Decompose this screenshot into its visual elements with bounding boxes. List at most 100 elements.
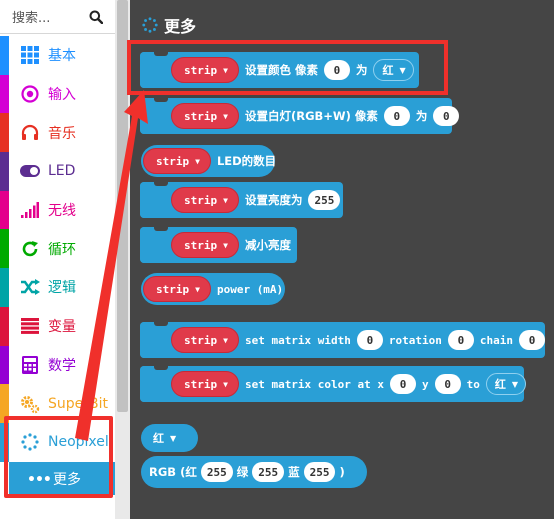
block-text: RGB (红 [149,465,197,479]
brightness-input[interactable]: 255 [308,190,341,210]
dropdown-value: 红 [494,378,506,391]
category-label: LED [48,163,76,180]
strip-variable-dropdown[interactable]: strip ▼ [143,148,211,174]
green-input[interactable]: 255 [252,462,285,482]
calculator-icon [20,355,40,375]
block-notch [154,321,168,326]
block-text: LED的数目 [216,154,277,168]
strip-variable-dropdown[interactable]: strip ▼ [171,232,239,258]
block-text: chain [479,333,514,347]
rotation-input[interactable]: 0 [447,330,474,350]
caret-down-icon: ▼ [195,156,200,166]
block-text: y [422,377,429,391]
block-set-pixel-white[interactable]: strip ▼ 设置白灯(RGB+W) 像素 0 为 0 [140,97,460,134]
block-led-count[interactable]: strip ▼ LED的数目 [141,145,277,177]
block-text: set matrix color at x [244,377,385,391]
category-basic[interactable]: 基本 [0,36,115,75]
category-music[interactable]: 音乐 [0,113,115,153]
strip-variable-dropdown[interactable]: strip ▼ [171,327,239,353]
category-input[interactable]: 输入 [0,74,115,114]
block-notch [154,181,168,186]
highlight-box-block [127,40,448,95]
block-text: 蓝 [288,465,300,479]
headphones-icon [20,123,40,143]
blue-input[interactable]: 255 [303,462,336,482]
caret-down-icon: ▼ [223,379,228,389]
category-label: 无线 [48,203,76,220]
strip-variable-dropdown[interactable]: strip ▼ [143,276,211,302]
strip-label: strip [184,377,218,391]
red-input[interactable]: 255 [200,462,233,482]
category-label: SuperBit [48,395,108,412]
strip-variable-dropdown[interactable]: strip ▼ [171,371,239,397]
list-icon [20,316,40,336]
block-text: 减小亮度 [244,238,291,252]
strip-label: strip [184,193,218,207]
block-set-matrix-color[interactable]: strip ▼ set matrix color at x 0 y 0 to 红 ▼ [140,365,527,402]
caret-down-icon: ▼ [223,195,228,205]
highlight-box-category [4,416,113,498]
category-list: 基本 输入 音乐 LED 无线 循环 逻辑 变量 数学 SuperBit Neo… [0,36,115,462]
block-notch [154,365,168,370]
block-set-matrix-width[interactable]: strip ▼ set matrix width 0 rotation 0 cha… [140,321,546,358]
caret-down-icon: ▼ [511,379,519,389]
category-label: 输入 [48,87,76,104]
category-led[interactable]: LED [0,152,115,191]
caret-down-icon: ▼ [223,111,228,121]
matrix-width-input[interactable]: 0 [356,330,383,350]
block-text: to [466,377,480,391]
flyout-header: 更多 [142,13,196,37]
strip-label: strip [184,238,218,252]
chain-input[interactable]: 0 [519,330,546,350]
block-text: 设置亮度为 [244,193,303,207]
y-input[interactable]: 0 [434,374,461,394]
category-math[interactable]: 数学 [0,345,115,385]
target-icon [20,84,40,104]
category-variables[interactable]: 变量 [0,306,115,346]
grid-icon [20,45,40,65]
category-logic[interactable]: 逻辑 [0,268,115,307]
color-dropdown[interactable]: 红 ▼ [144,427,185,449]
category-label: 音乐 [48,125,76,142]
toolbox-footer [0,497,115,519]
category-label: 数学 [48,357,76,374]
category-label: 基本 [48,48,76,65]
strip-label: strip [184,333,218,347]
block-notch [154,226,168,231]
strip-variable-dropdown[interactable]: strip ▼ [171,187,239,213]
block-rgb[interactable]: RGB (红 255 绿 255 蓝 255 ) [141,456,367,488]
category-loops[interactable]: 循环 [0,229,115,269]
search-icon[interactable] [89,10,103,24]
gears-icon [20,394,40,414]
category-radio[interactable]: 无线 [0,190,115,230]
strip-variable-dropdown[interactable]: strip ▼ [171,103,239,129]
dropdown-value: 红 [153,432,164,445]
block-notch [154,97,168,102]
strip-label: strip [156,282,190,296]
search-bar [0,0,115,34]
block-text: 为 [415,109,428,123]
caret-down-icon: ▼ [223,335,228,345]
x-input[interactable]: 0 [390,374,417,394]
block-text: 设置白灯(RGB+W) 像素 [244,109,378,123]
block-power[interactable]: strip ▼ power (mA) [141,273,285,305]
search-input[interactable] [12,7,86,29]
shuffle-icon [20,277,40,297]
caret-down-icon: ▼ [170,433,177,443]
block-text: ) [339,465,345,479]
block-color-enum[interactable]: 红 ▼ [141,424,198,452]
block-text: set matrix width [244,333,351,347]
color-dropdown[interactable]: 红 ▼ [485,373,527,395]
spinner-icon [142,17,158,33]
pixel-index-input[interactable]: 0 [383,106,410,126]
flyout-title: 更多 [164,17,197,36]
category-label: 变量 [48,319,76,336]
white-value-input[interactable]: 0 [433,106,460,126]
block-ease-brightness[interactable]: strip ▼ 减小亮度 [140,226,297,263]
block-text: rotation [388,333,442,347]
strip-label: strip [184,109,218,123]
block-text: 绿 [236,465,249,479]
signal-bars-icon [20,200,40,220]
block-set-brightness[interactable]: strip ▼ 设置亮度为 255 [140,181,343,218]
category-label: 逻辑 [48,280,76,297]
